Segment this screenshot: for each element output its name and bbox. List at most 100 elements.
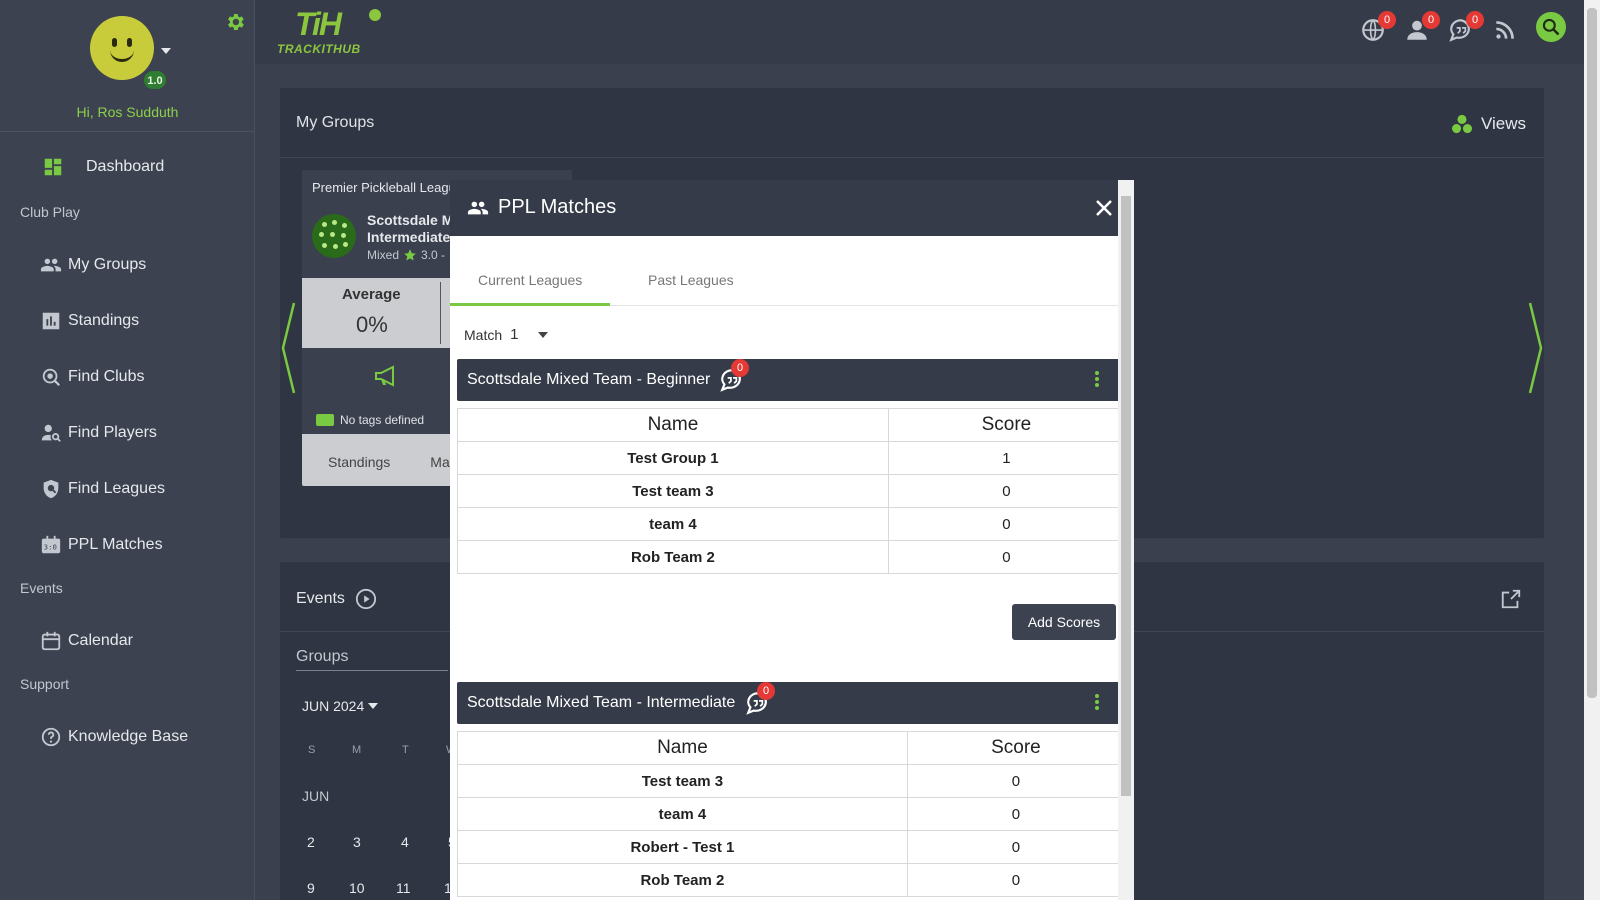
ppl-matches-modal: PPL Matches Current Leagues Past Leagues…	[450, 180, 1134, 900]
team-menu-kebab-icon[interactable]	[1095, 371, 1101, 391]
match-select[interactable]: Match 1	[464, 326, 549, 343]
users-icon	[40, 258, 62, 272]
notification-badge: 0	[1378, 11, 1396, 29]
calendar-day[interactable]: 4	[401, 834, 409, 850]
calendar-month-label: JUN	[302, 788, 330, 804]
team-menu-kebab-icon[interactable]	[1095, 694, 1101, 714]
avatar[interactable]	[90, 16, 154, 80]
pickleball-logo-icon	[312, 214, 356, 258]
team-block-intermediate: Scottsdale Mixed Team - Intermediate 0 N…	[457, 682, 1126, 897]
bar-chart-icon	[42, 312, 60, 330]
modal-scrollbar[interactable]	[1118, 180, 1134, 900]
section-support: Support	[20, 676, 70, 692]
score-cell: 0	[887, 540, 1126, 574]
tab-current-leagues[interactable]: Current Leagues	[478, 272, 582, 288]
team-cell: Test team 3	[457, 474, 889, 508]
avatar-eye	[112, 38, 117, 47]
sidebar-item-knowledge-base[interactable]: Knowledge Base	[40, 726, 188, 748]
team-cell: Rob Team 2	[457, 540, 889, 574]
club-rating: 3.0 -	[421, 248, 446, 262]
sidebar-item-label: Dashboard	[86, 158, 165, 175]
sidebar-item-dashboard[interactable]: Dashboard	[42, 156, 164, 178]
day-of-week: S	[308, 744, 316, 756]
sidebar-item-find-players[interactable]: Find Players	[40, 422, 157, 444]
column-header-name: Name	[457, 731, 908, 765]
page-scrollbar-thumb[interactable]	[1587, 8, 1597, 698]
views-label: Views	[1480, 114, 1526, 133]
scores-table: Name Score Test Group 11 Test team 30 te…	[457, 408, 1126, 574]
chevron-down-icon	[538, 331, 549, 338]
find-players-icon	[41, 424, 61, 442]
trackithub-logo[interactable]: TiH TRACKITHUB	[277, 6, 387, 56]
gear-icon[interactable]	[224, 11, 246, 33]
notifications-user[interactable]: 0	[1404, 11, 1440, 41]
team-chat-button[interactable]: 0	[745, 682, 775, 716]
modal-title-text: PPL Matches	[498, 196, 617, 218]
table-row: Test Group 11	[457, 441, 1126, 475]
calendar-day[interactable]: 9	[307, 880, 315, 896]
chevron-down-icon	[368, 703, 379, 709]
profile-caret-icon[interactable]	[161, 48, 171, 54]
sidebar-item-standings[interactable]: Standings	[40, 310, 139, 332]
level-badge: 1.0	[143, 70, 167, 90]
play-circle-icon	[355, 588, 377, 610]
avatar-mouth	[110, 50, 134, 62]
card-tab-standings[interactable]: Standings	[328, 454, 390, 486]
team-name: Scottsdale Mixed Team - Intermediate	[467, 694, 736, 711]
modal-tabs: Current Leagues Past Leagues	[450, 236, 1134, 306]
calendar-icon	[41, 631, 61, 651]
greeting-text: Hi, Ros Sudduth	[76, 104, 179, 120]
table-row: team 40	[457, 797, 1126, 831]
rss-feed-button[interactable]	[1492, 13, 1520, 41]
carousel-next-icon[interactable]	[1524, 298, 1544, 398]
calendar-day[interactable]: 3	[353, 834, 361, 850]
tag-icon	[316, 414, 334, 426]
search-button[interactable]	[1536, 12, 1566, 42]
calendar-day[interactable]: 10	[349, 880, 365, 896]
views-icon	[1451, 114, 1472, 134]
chat-badge: 0	[757, 682, 775, 700]
modal-scrollbar-thumb[interactable]	[1121, 196, 1131, 796]
close-icon[interactable]	[1092, 196, 1116, 220]
notifications-chat[interactable]: 0	[1448, 11, 1484, 42]
tab-past-leagues[interactable]: Past Leagues	[648, 272, 734, 288]
megaphone-icon[interactable]	[374, 364, 400, 388]
score-cell: 0	[887, 474, 1126, 508]
score-cell: 0	[906, 863, 1126, 897]
score-cell: 0	[906, 797, 1126, 831]
page-scrollbar[interactable]	[1584, 0, 1600, 900]
logo-mark: TiH	[295, 6, 342, 42]
month-select[interactable]: JUN 2024	[302, 698, 379, 714]
sidebar-item-label: PPL Matches	[68, 536, 163, 553]
sidebar-item-my-groups[interactable]: My Groups	[40, 254, 146, 276]
calendar-day[interactable]: 11	[396, 880, 411, 896]
day-of-week: T	[402, 744, 409, 756]
calendar-day[interactable]: 2	[307, 834, 315, 850]
column-header-score: Score	[887, 408, 1126, 442]
carousel-prev-icon[interactable]	[280, 298, 300, 398]
groups-filter-label[interactable]: Groups	[296, 648, 348, 666]
find-clubs-icon	[42, 368, 61, 387]
team-header: Scottsdale Mixed Team - Beginner 0	[457, 359, 1125, 401]
panel-title: My Groups	[296, 114, 375, 131]
team-block-beginner: Scottsdale Mixed Team - Beginner 0 Name …	[457, 359, 1126, 574]
club-type: Mixed	[367, 248, 400, 262]
sidebar-item-calendar[interactable]: Calendar	[40, 630, 133, 652]
sidebar-item-find-clubs[interactable]: Find Clubs	[40, 366, 144, 388]
help-icon	[41, 727, 61, 747]
add-scores-button[interactable]: Add Scores	[1012, 604, 1116, 640]
notification-badge: 0	[1466, 11, 1484, 29]
events-title[interactable]: Events	[296, 588, 377, 610]
match-select-value: 1	[510, 326, 519, 343]
sidebar-item-label: Calendar	[68, 632, 133, 649]
views-button[interactable]: Views	[1451, 114, 1526, 134]
card-club-meta: Mixed 3.0 -	[367, 248, 445, 262]
users-icon	[467, 201, 489, 214]
external-link-icon[interactable]	[1500, 588, 1522, 610]
notifications-globe[interactable]: 0	[1360, 11, 1396, 41]
scores-table: Name Score Test team 30 team 40 Robert -…	[457, 731, 1126, 897]
month-select-value: JUN 2024	[302, 698, 365, 714]
team-chat-button[interactable]: 0	[719, 359, 749, 393]
sidebar-item-ppl-matches[interactable]: 3:0 PPL Matches	[40, 534, 163, 556]
sidebar-item-find-leagues[interactable]: Find Leagues	[40, 478, 165, 500]
